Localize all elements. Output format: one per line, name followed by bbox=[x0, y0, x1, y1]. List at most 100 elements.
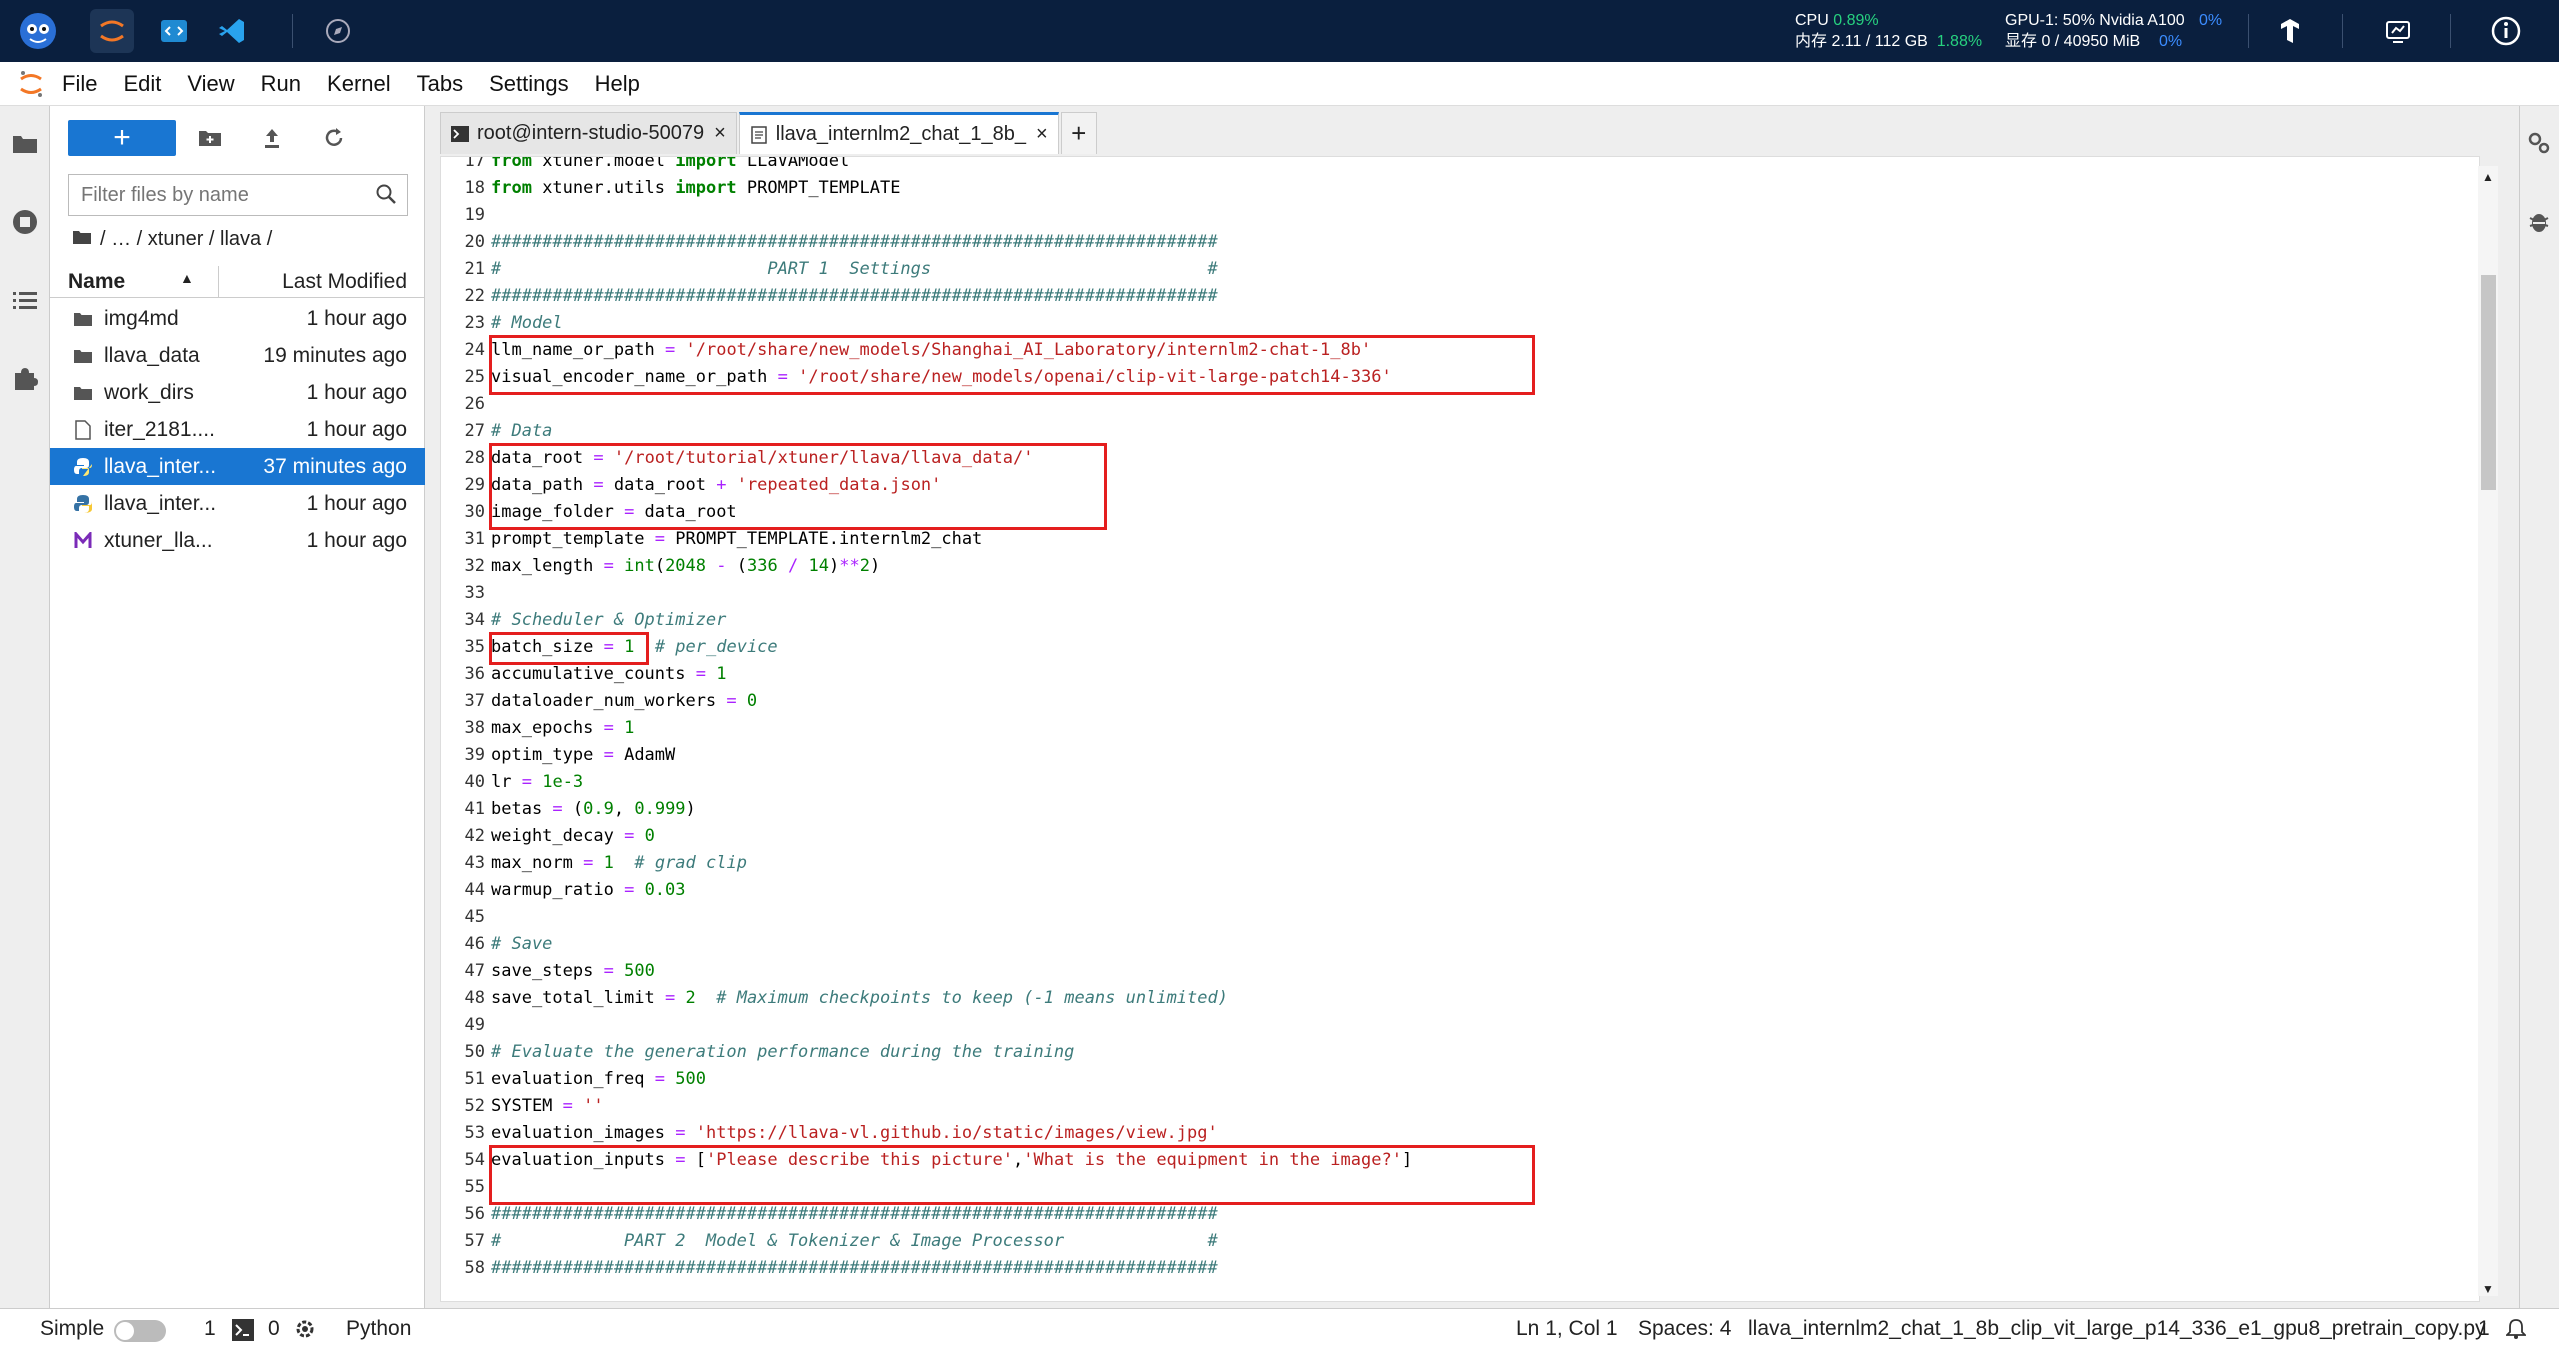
menu-help[interactable]: Help bbox=[595, 71, 640, 97]
debugger-icon[interactable] bbox=[2528, 208, 2550, 239]
code-line[interactable]: 48 save_total_limit = 2 # Maximum checkpo… bbox=[441, 985, 2479, 1012]
tensorflow-icon[interactable] bbox=[2268, 9, 2312, 53]
code-line[interactable]: 44 warmup_ratio = 0.03 bbox=[441, 877, 2479, 904]
code-line[interactable]: 51 evaluation_freq = 500 bbox=[441, 1066, 2479, 1093]
menu-file[interactable]: File bbox=[62, 71, 97, 97]
running-kernels-icon[interactable] bbox=[9, 206, 41, 238]
highlight-box bbox=[489, 632, 649, 665]
code-server-icon[interactable] bbox=[152, 9, 196, 53]
file-modified: 1 hour ago bbox=[306, 529, 407, 552]
line-number: 29 bbox=[464, 475, 485, 495]
code-line[interactable]: 27 # Data bbox=[441, 418, 2479, 445]
code-line[interactable]: 47 save_steps = 500 bbox=[441, 958, 2479, 985]
language-label[interactable]: Python bbox=[346, 1317, 411, 1341]
tab-editor[interactable]: llava_internlm2_chat_1_8b_ × bbox=[738, 112, 1059, 154]
close-icon[interactable]: × bbox=[714, 122, 726, 145]
code-line[interactable]: 18 from xtuner.utils import PROMPT_TEMPLA… bbox=[441, 175, 2479, 202]
extensions-icon[interactable] bbox=[9, 362, 41, 394]
code-line[interactable]: 31 prompt_template = PROMPT_TEMPLATE.inte… bbox=[441, 526, 2479, 553]
monitor-icon[interactable] bbox=[2376, 9, 2420, 53]
file-row[interactable]: work_dirs 1 hour ago bbox=[50, 374, 425, 411]
menu-run[interactable]: Run bbox=[261, 71, 301, 97]
code-line[interactable]: 35 batch_size = 1 # per_device bbox=[441, 634, 2479, 661]
code-text: max_length = int(2048 - (336 / 14)**2) bbox=[491, 556, 881, 576]
code-line[interactable]: 20 ######################################… bbox=[441, 229, 2479, 256]
code-line[interactable]: 34 # Scheduler & Optimizer bbox=[441, 607, 2479, 634]
code-line[interactable]: 23 # Model bbox=[441, 310, 2479, 337]
scrollbar-thumb[interactable] bbox=[2481, 275, 2496, 490]
avatar-icon[interactable] bbox=[16, 9, 60, 53]
code-line[interactable]: 36 accumulative_counts = 1 bbox=[441, 661, 2479, 688]
code-line[interactable]: 52 SYSTEM = '' bbox=[441, 1093, 2479, 1120]
code-line[interactable]: 32 max_length = int(2048 - (336 / 14)**2) bbox=[441, 553, 2479, 580]
code-line[interactable]: 19 bbox=[441, 202, 2479, 229]
scroll-up-icon[interactable]: ▲ bbox=[2482, 170, 2494, 184]
compass-icon[interactable] bbox=[316, 9, 360, 53]
code-text: ########################################… bbox=[491, 1258, 1218, 1278]
bell-icon[interactable] bbox=[2504, 1318, 2528, 1346]
line-number: 26 bbox=[464, 394, 485, 414]
modified-column-header[interactable]: Last Modified bbox=[282, 270, 407, 294]
menu-kernel[interactable]: Kernel bbox=[327, 71, 391, 97]
menu-view[interactable]: View bbox=[187, 71, 234, 97]
add-tab-button[interactable]: + bbox=[1060, 112, 1097, 154]
file-row[interactable]: xtuner_lla... 1 hour ago bbox=[50, 522, 425, 559]
code-line[interactable]: 40 lr = 1e-3 bbox=[441, 769, 2479, 796]
file-name: xtuner_lla... bbox=[104, 529, 213, 552]
code-line[interactable]: 50 # Evaluate the generation performance … bbox=[441, 1039, 2479, 1066]
name-column-header[interactable]: Name bbox=[68, 270, 125, 294]
menu-settings[interactable]: Settings bbox=[489, 71, 569, 97]
code-line[interactable]: 38 max_epochs = 1 bbox=[441, 715, 2479, 742]
code-line[interactable]: 49 bbox=[441, 1012, 2479, 1039]
file-name: llava_inter... bbox=[104, 455, 217, 478]
code-line[interactable]: 37 dataloader_num_workers = 0 bbox=[441, 688, 2479, 715]
file-row[interactable]: iter_2181.... 1 hour ago bbox=[50, 411, 425, 448]
menu-edit[interactable]: Edit bbox=[123, 71, 161, 97]
code-text: weight_decay = 0 bbox=[491, 826, 655, 846]
close-icon[interactable]: × bbox=[1036, 123, 1048, 146]
jupyter-icon[interactable] bbox=[90, 9, 134, 53]
code-line[interactable]: 42 weight_decay = 0 bbox=[441, 823, 2479, 850]
new-launcher-button[interactable]: + bbox=[68, 120, 176, 156]
file-row-selected[interactable]: llava_inter... 37 minutes ago bbox=[50, 448, 425, 485]
upload-icon[interactable] bbox=[258, 124, 286, 152]
file-name: llava_data bbox=[104, 344, 200, 367]
search-icon[interactable] bbox=[375, 183, 397, 210]
code-line[interactable]: 41 betas = (0.9, 0.999) bbox=[441, 796, 2479, 823]
terminal-icon[interactable] bbox=[232, 1319, 254, 1347]
code-line[interactable]: 46 # Save bbox=[441, 931, 2479, 958]
info-icon[interactable] bbox=[2484, 9, 2528, 53]
code-line[interactable]: 57 # PART 2 Model & Tokenizer & Image Pro… bbox=[441, 1228, 2479, 1255]
cursor-position[interactable]: Ln 1, Col 1 bbox=[1516, 1317, 1618, 1341]
vscode-icon[interactable] bbox=[210, 9, 254, 53]
code-line[interactable]: 26 bbox=[441, 391, 2479, 418]
folder-icon[interactable] bbox=[9, 128, 41, 160]
code-line[interactable]: 53 evaluation_images = 'https://llava-vl.… bbox=[441, 1120, 2479, 1147]
indent-setting[interactable]: Spaces: 4 bbox=[1638, 1317, 1731, 1341]
code-line[interactable]: 39 optim_type = AdamW bbox=[441, 742, 2479, 769]
code-line[interactable]: 43 max_norm = 1 # grad clip bbox=[441, 850, 2479, 877]
menu-tabs[interactable]: Tabs bbox=[417, 71, 463, 97]
file-row[interactable]: img4md 1 hour ago bbox=[50, 300, 425, 337]
new-folder-icon[interactable] bbox=[196, 124, 224, 152]
breadcrumb-path[interactable]: / … / xtuner / llava / bbox=[100, 228, 272, 251]
property-inspector-icon[interactable] bbox=[2526, 130, 2552, 161]
code-line[interactable]: 21 # PART 1 Settings # bbox=[441, 256, 2479, 283]
code-line[interactable]: 22 ######################################… bbox=[441, 283, 2479, 310]
code-editor[interactable]: 17 from xtuner.model import LLaVAModel 18 f… bbox=[440, 156, 2480, 1302]
code-line[interactable]: 33 bbox=[441, 580, 2479, 607]
tab-terminal[interactable]: root@intern-studio-50079 × bbox=[440, 112, 737, 154]
code-line[interactable]: 17 from xtuner.model import LLaVAModel bbox=[441, 157, 2479, 175]
file-row[interactable]: llava_data 19 minutes ago bbox=[50, 337, 425, 374]
simple-mode-toggle[interactable] bbox=[114, 1320, 166, 1342]
filter-input[interactable] bbox=[69, 175, 359, 215]
code-line[interactable]: 56 ######################################… bbox=[441, 1201, 2479, 1228]
scroll-down-icon[interactable]: ▼ bbox=[2482, 1282, 2494, 1296]
home-folder-icon[interactable] bbox=[72, 228, 92, 251]
kernel-settings-icon[interactable] bbox=[294, 1318, 316, 1346]
table-of-contents-icon[interactable] bbox=[9, 284, 41, 316]
file-row[interactable]: llava_inter... 1 hour ago bbox=[50, 485, 425, 522]
code-line[interactable]: 45 bbox=[441, 904, 2479, 931]
refresh-icon[interactable] bbox=[320, 124, 348, 152]
code-line[interactable]: 58 ######################################… bbox=[441, 1255, 2479, 1282]
